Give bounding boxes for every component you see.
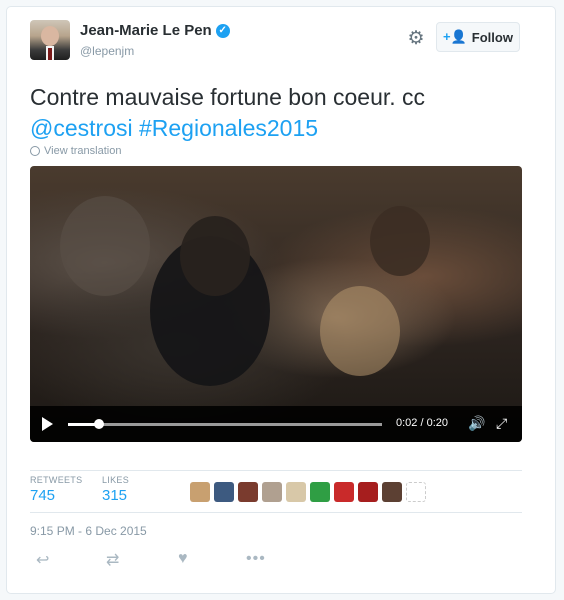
progress-handle[interactable] <box>94 419 105 429</box>
gear-icon[interactable]: ⚙ <box>404 27 428 51</box>
fullscreen-icon[interactable]: ⤢ <box>496 415 507 432</box>
video-player[interactable]: 0:02 / 0:20 🔊 ⤢ <box>30 166 522 442</box>
add-user-icon: +👤 <box>443 29 467 44</box>
video-controls: 0:02 / 0:20 🔊 ⤢ <box>30 406 522 442</box>
liker-avatar[interactable] <box>358 482 378 502</box>
avatar[interactable] <box>30 20 70 60</box>
liker-avatar[interactable] <box>334 482 354 502</box>
tweet-body: Contre mauvaise fortune bon coeur. cc <box>30 84 426 110</box>
retweets-count[interactable]: 745 <box>30 487 55 504</box>
author-name[interactable]: Jean-Marie Le Pen ✓ <box>80 22 230 39</box>
like-icon[interactable]: ♥ <box>178 550 188 568</box>
video-frame-crowd-2 <box>370 206 430 276</box>
follow-button[interactable]: +👤 Follow <box>436 22 520 52</box>
view-translation-label: View translation <box>44 145 122 157</box>
liker-avatar[interactable] <box>238 482 258 502</box>
video-frame-head <box>180 216 250 296</box>
liker-avatar[interactable] <box>310 482 330 502</box>
liker-avatar[interactable] <box>382 482 402 502</box>
globe-icon <box>30 146 40 156</box>
liker-avatar[interactable] <box>262 482 282 502</box>
author-handle[interactable]: @lepenjm <box>80 44 134 58</box>
liker-avatar[interactable] <box>406 482 426 502</box>
more-icon[interactable]: ••• <box>246 550 266 568</box>
divider <box>30 512 522 513</box>
likes-count[interactable]: 315 <box>102 487 127 504</box>
liker-avatar[interactable] <box>190 482 210 502</box>
hashtag-link[interactable]: #Regionales2015 <box>139 115 318 141</box>
mention-link[interactable]: @cestrosi <box>30 115 133 141</box>
retweet-icon[interactable]: ⇄ <box>106 550 119 570</box>
tweet-timestamp[interactable]: 9:15 PM - 6 Dec 2015 <box>30 524 147 538</box>
reply-icon[interactable]: ↩ <box>36 550 49 570</box>
video-frame-crowd <box>320 286 400 376</box>
video-time: 0:02 / 0:20 <box>396 417 448 429</box>
likes-label: LIKES <box>102 475 130 485</box>
play-icon[interactable] <box>42 417 53 431</box>
view-translation-link[interactable]: View translation <box>30 145 121 157</box>
follow-button-label: Follow <box>471 29 513 45</box>
author-name-label[interactable]: Jean-Marie Le Pen <box>80 22 212 39</box>
liker-avatar[interactable] <box>286 482 306 502</box>
progress-bar[interactable] <box>68 419 382 429</box>
volume-icon[interactable]: 🔊 <box>468 415 485 432</box>
tweet-text: Contre mauvaise fortune bon coeur. cc @c… <box>30 82 520 144</box>
retweets-label: RETWEETS <box>30 475 83 485</box>
video-frame-crowd-3 <box>60 196 150 296</box>
verified-badge-icon: ✓ <box>215 23 230 38</box>
liker-avatar[interactable] <box>214 482 234 502</box>
divider <box>30 470 522 471</box>
